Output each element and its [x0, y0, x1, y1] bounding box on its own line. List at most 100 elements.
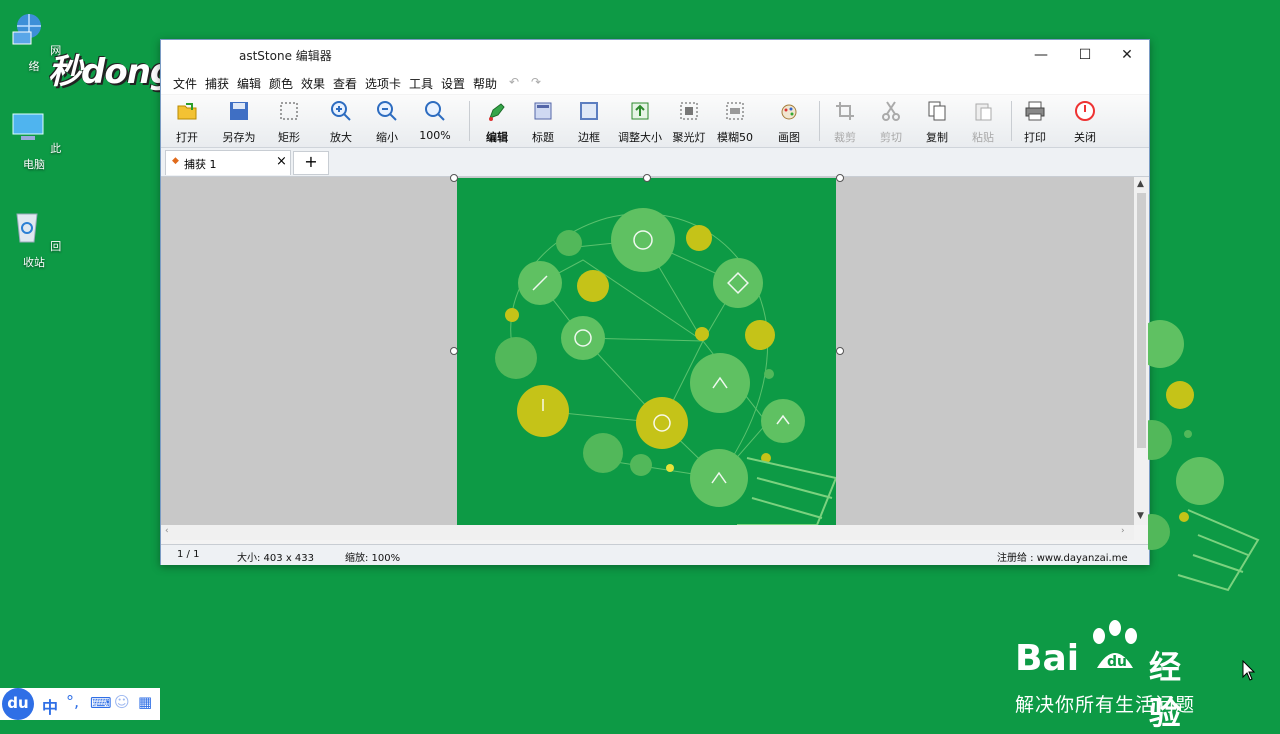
spotlight-button[interactable]: 聚光灯 [667, 98, 711, 145]
cut-button[interactable]: 剪切 [869, 98, 913, 145]
horizontal-scrollbar[interactable]: ‹ › [161, 525, 1134, 540]
toolbar-label: 标题 [532, 131, 554, 144]
cut-icon [882, 101, 900, 121]
title-bar[interactable]: astStone 编辑器 — ☐ ✕ [161, 40, 1149, 70]
close-editor-button[interactable]: 关闭 [1063, 98, 1107, 145]
open-folder-icon [177, 103, 197, 120]
undo-icon[interactable]: ↶ [509, 75, 519, 89]
menu-tools[interactable]: 工具 [409, 75, 433, 92]
menu-view[interactable]: 查看 [333, 75, 357, 92]
print-button[interactable]: 打印 [1013, 98, 1057, 145]
menu-bar: 文件 捕获 编辑 颜色 效果 查看 选项卡 工具 设置 帮助 ↶ ↷ [161, 70, 1149, 94]
rectangle-button[interactable]: 矩形 [267, 98, 311, 145]
menu-edit[interactable]: 编辑 [237, 75, 261, 92]
menu-capture[interactable]: 捕获 [205, 75, 229, 92]
image-canvas[interactable] [161, 174, 1134, 525]
zoom-out-button[interactable]: 缩小 [365, 98, 409, 145]
paste-button[interactable]: 粘贴 [961, 98, 1005, 145]
zoom-out-icon [377, 101, 397, 121]
faststone-editor-window[interactable]: astStone 编辑器 — ☐ ✕ 文件 捕获 编辑 颜色 效果 查看 选项卡… [160, 39, 1150, 565]
menu-file[interactable]: 文件 [173, 75, 197, 92]
edit-button[interactable]: 编辑 [475, 98, 519, 145]
ime-language-toggle[interactable]: 中 [42, 694, 58, 718]
toolbar-label: 放大 [330, 131, 352, 144]
blur-button[interactable]: 模糊50 [713, 98, 757, 145]
open-button[interactable]: 打开 [165, 98, 209, 145]
scroll-thumb[interactable] [1137, 193, 1146, 448]
toolbar-label: 编辑 [486, 131, 508, 144]
window-title: astStone 编辑器 [239, 49, 332, 63]
ime-punctuation-icon[interactable]: °, [66, 692, 79, 711]
status-registration: 注册给 : www.dayanzai.me [997, 553, 1128, 564]
resize-button[interactable]: 调整大小 [615, 98, 665, 145]
toolbar-separator [469, 101, 470, 141]
ime-grid-icon[interactable]: ▦ [138, 693, 152, 711]
ime-keyboard-icon[interactable]: ⌨ [90, 694, 112, 712]
status-bar: 1 / 1 大小: 403 x 433 缩放: 100% 注册给 : www.d… [161, 544, 1149, 565]
recycle-bin-icon [16, 213, 38, 243]
svg-text:du: du [1107, 654, 1127, 670]
menu-help[interactable]: 帮助 [473, 75, 497, 92]
toolbar-label: 画图 [778, 131, 800, 144]
maximize-button[interactable]: ☐ [1063, 40, 1107, 70]
draw-icon [781, 104, 797, 120]
scroll-left-icon[interactable]: ‹ [165, 526, 169, 536]
toolbar-separator [819, 101, 820, 141]
status-size: 大小: 403 x 433 [237, 553, 314, 564]
tab-capture-1[interactable]: ◆ 捕获 1 × [165, 150, 291, 175]
vertical-scrollbar[interactable]: ▲ ▼ [1134, 177, 1149, 525]
desktop-icon-computer[interactable]: 此电脑 [4, 108, 64, 172]
scroll-up-icon[interactable]: ▲ [1137, 179, 1144, 189]
tab-bar: ◆ 捕获 1 × + [161, 148, 1149, 177]
toolbar-label: 矩形 [278, 131, 300, 144]
menu-color[interactable]: 颜色 [269, 75, 293, 92]
crop-icon [836, 102, 854, 120]
resize-handle[interactable] [836, 174, 844, 182]
draw-button[interactable]: 画图 [767, 98, 811, 145]
redo-icon[interactable]: ↷ [531, 75, 541, 89]
toolbar-label: 另存为 [222, 131, 256, 144]
toolbar-label: 裁剪 [834, 131, 856, 144]
toolbar-label: 100% [419, 129, 451, 142]
baidu-jingyan-logo: Bai du 经验 解决你所有生活问题 [1015, 618, 1195, 732]
caption-button[interactable]: 标题 [521, 98, 565, 145]
baidu-brand: Bai [1015, 638, 1080, 679]
print-icon [1025, 101, 1045, 121]
scroll-right-icon[interactable]: › [1121, 526, 1125, 536]
ime-toolbar[interactable]: du 中 °, ⌨ ☺ ▦ [0, 688, 160, 720]
zoom-in-button[interactable]: 放大 [319, 98, 363, 145]
resize-handle[interactable] [450, 174, 458, 182]
close-button[interactable]: ✕ [1105, 40, 1149, 70]
baidu-brand-suffix: 经验 [1149, 648, 1182, 732]
status-zoom: 缩放: 100% [345, 553, 401, 564]
menu-tabs[interactable]: 选项卡 [365, 75, 401, 92]
ime-user-icon[interactable]: ☺ [114, 693, 130, 711]
paste-icon [975, 103, 992, 121]
tab-label: 捕获 1 [184, 158, 217, 171]
copy-button[interactable]: 复制 [915, 98, 959, 145]
power-icon [1075, 101, 1095, 121]
zoom-in-icon [331, 101, 351, 121]
captured-image[interactable] [457, 178, 836, 525]
resize-handle[interactable] [450, 347, 458, 355]
toolbar: 打开 另存为 矩形 放大 缩小 100% 编辑 标题 边框 调整大小 聚光灯 模… [161, 95, 1149, 148]
ime-logo[interactable]: du [2, 688, 34, 720]
menu-settings[interactable]: 设置 [441, 75, 465, 92]
toolbar-label: 剪切 [880, 131, 902, 144]
toolbar-label: 缩小 [376, 131, 398, 144]
scroll-down-icon[interactable]: ▼ [1137, 511, 1144, 521]
desktop-icon-recycle-bin[interactable]: 回收站 [4, 206, 64, 270]
tab-close-icon[interactable]: × [276, 154, 287, 169]
resize-handle[interactable] [836, 347, 844, 355]
toolbar-label: 粘贴 [972, 131, 994, 144]
add-tab-button[interactable]: + [293, 151, 329, 175]
menu-effects[interactable]: 效果 [301, 75, 325, 92]
border-button[interactable]: 边框 [567, 98, 611, 145]
resize-handle[interactable] [643, 174, 651, 182]
minimize-button[interactable]: — [1019, 40, 1063, 70]
crop-button[interactable]: 裁剪 [823, 98, 867, 145]
copy-icon [928, 101, 946, 121]
zoom-100-button[interactable]: 100% [413, 98, 457, 142]
save-as-button[interactable]: 另存为 [217, 98, 261, 145]
status-page: 1 / 1 [177, 549, 200, 560]
